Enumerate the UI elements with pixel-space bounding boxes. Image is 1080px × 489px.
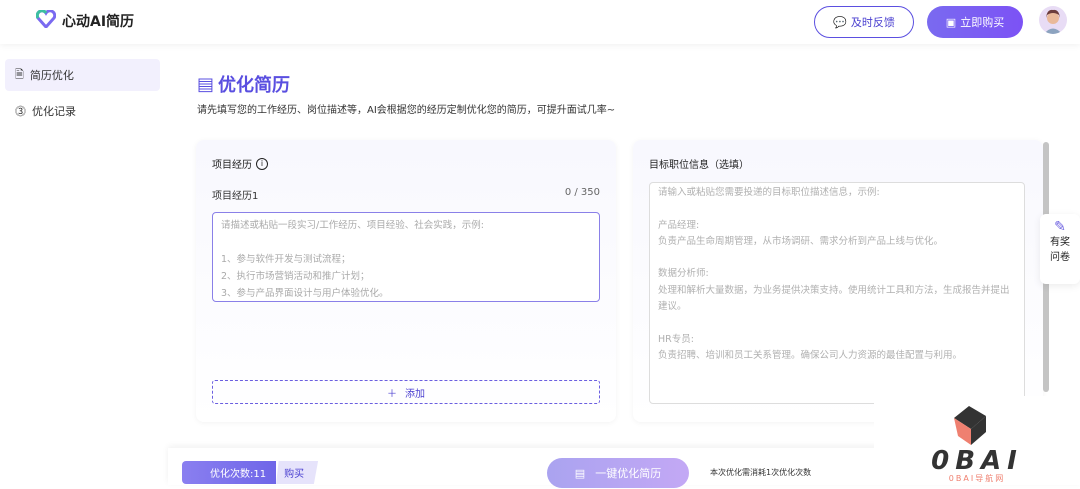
survey-button[interactable]: ✎ 有奖 问卷 bbox=[1040, 214, 1080, 284]
project-title-text: 项目经历 bbox=[212, 160, 252, 171]
coin-icon: ⓷ bbox=[15, 105, 26, 118]
target-card-title: 目标职位信息（选填） bbox=[649, 160, 749, 171]
page-title-text: 优化简历 bbox=[218, 75, 291, 96]
svg-text:0BAI导航网: 0BAI导航网 bbox=[949, 473, 1005, 483]
project-card-title: 项目经历 i bbox=[212, 156, 268, 171]
char-count: 0 / 350 bbox=[564, 187, 600, 198]
sidebar-item-label: 简历优化 bbox=[29, 69, 74, 82]
info-icon[interactable]: i bbox=[256, 157, 268, 170]
document-icon: 🗎 bbox=[15, 67, 24, 81]
buy-quota-link[interactable]: 购买 bbox=[276, 461, 319, 484]
buy-now-label: 立即购买 bbox=[960, 16, 1005, 29]
plus-icon: ＋ bbox=[387, 388, 397, 400]
survey-label: 有奖 bbox=[1050, 237, 1070, 248]
page-subtitle: 请先填写您的工作经历、岗位描述等，AI会根据您的经历定制优化您的简历，可提升面试… bbox=[197, 105, 616, 116]
page-title: ▤ 优化简历 bbox=[197, 71, 290, 97]
shop-icon: ▣ bbox=[945, 15, 957, 29]
survey-icon: ✎ bbox=[1054, 219, 1066, 235]
feedback-button[interactable]: 💬 及时反馈 bbox=[814, 6, 914, 38]
resume-icon: ▤ bbox=[197, 73, 215, 95]
add-project-button[interactable]: ＋ 添加 bbox=[212, 380, 600, 404]
wechat-icon: 💬 bbox=[833, 15, 847, 29]
one-click-optimize-button[interactable]: ▤ 一键优化简历 bbox=[547, 458, 689, 488]
quota-badge: 优化次数:11 购买 bbox=[182, 461, 319, 484]
project-experience-card: 项目经历 i 项目经历1 0 / 350 请描述或粘贴一段实习/工作经历、项目经验… bbox=[196, 140, 616, 422]
sidebar: 🗎 简历优化 ⓷ 优化记录 bbox=[0, 44, 168, 485]
target-position-card: 目标职位信息（选填） 请输入或粘贴您需要投递的目标职位描述信息，示例: 产品经理… bbox=[633, 140, 1043, 422]
sidebar-item-resume-optimize[interactable]: 🗎 简历优化 bbox=[5, 59, 160, 91]
optimize-label: 一键优化简历 bbox=[595, 467, 662, 480]
survey-label: 问卷 bbox=[1050, 252, 1070, 263]
heart-logo-icon bbox=[35, 9, 57, 32]
brand-name: 心动AI简历 bbox=[62, 14, 135, 30]
feedback-label: 及时反馈 bbox=[850, 16, 895, 29]
add-label: 添加 bbox=[405, 388, 425, 400]
consumption-note: 本次优化需消耗1次优化次数 bbox=[710, 468, 812, 477]
resume-icon: ▤ bbox=[574, 466, 586, 480]
target-position-input[interactable]: 请输入或粘贴您需要投递的目标职位描述信息，示例: 产品经理: 负责产品生命周期管… bbox=[649, 182, 1025, 404]
brand-logo[interactable]: 心动AI简历 bbox=[35, 9, 135, 32]
user-avatar[interactable] bbox=[1039, 6, 1067, 34]
watermark-logo: 0BAI 0BAI导航网 bbox=[874, 396, 1080, 485]
sidebar-item-history[interactable]: ⓷ 优化记录 bbox=[5, 95, 160, 127]
svg-text:0BAI: 0BAI bbox=[931, 446, 1023, 476]
project-experience-input[interactable]: 请描述或粘贴一段实习/工作经历、项目经验、社会实践，示例: 1、参与软件开发与测… bbox=[212, 212, 600, 302]
top-header: 心动AI简历 💬 及时反馈 ▣ 立即购买 bbox=[0, 0, 1080, 44]
buy-now-button[interactable]: ▣ 立即购买 bbox=[927, 6, 1023, 38]
project-item-label: 项目经历1 bbox=[212, 191, 259, 202]
sidebar-item-label: 优化记录 bbox=[32, 105, 76, 118]
quota-count: 优化次数:11 bbox=[182, 461, 277, 484]
